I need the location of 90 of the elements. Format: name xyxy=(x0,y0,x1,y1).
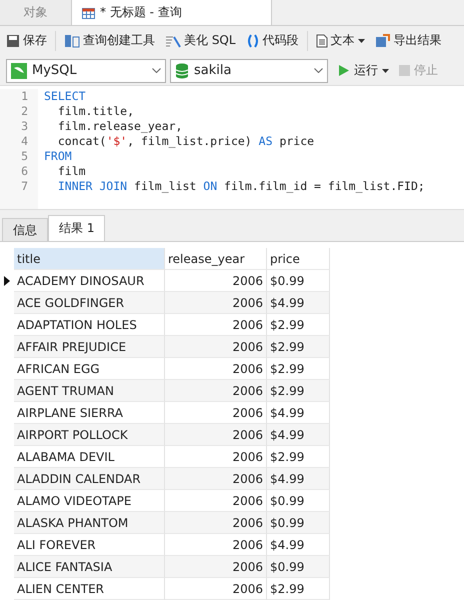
table-cell: $0.99 xyxy=(267,512,330,534)
table-cell: ALABAMA DEVIL xyxy=(14,446,165,468)
table-cell: AIRPLANE SIERRA xyxy=(14,402,165,424)
table-cell: 2006 xyxy=(165,556,267,578)
table-cell: ADAPTATION HOLES xyxy=(14,314,165,336)
document-icon xyxy=(316,34,328,48)
table-cell: $4.99 xyxy=(267,402,330,424)
line-number: 1 xyxy=(21,89,28,104)
code-line: SELECT xyxy=(44,89,87,104)
brush-icon xyxy=(165,34,181,48)
table-cell: ALI FOREVER xyxy=(14,534,165,556)
result-tab[interactable]: 信息 xyxy=(2,218,48,242)
play-icon xyxy=(338,64,350,78)
table-cell: 2006 xyxy=(165,292,267,314)
table-cell: 2006 xyxy=(165,336,267,358)
table-cell: ALIEN CENTER xyxy=(14,578,165,600)
table-cell: $0.99 xyxy=(267,556,330,578)
toolbar-button[interactable]: 查询创建工具 xyxy=(62,32,157,50)
table-cell: 2006 xyxy=(165,512,267,534)
table-cell: $0.99 xyxy=(267,270,330,292)
table-cell: 2006 xyxy=(165,446,267,468)
toolbar-button[interactable]: 导出结果 xyxy=(372,32,444,50)
code-line: concat('$', film_list.price) AS price xyxy=(56,134,316,150)
toolbar-button[interactable]: 文本 xyxy=(314,32,367,50)
code-line: FROM xyxy=(44,149,73,164)
code-line: film.title, xyxy=(56,104,136,120)
chevron-icon xyxy=(314,68,323,74)
table-cell: AFRICAN EGG xyxy=(14,358,165,380)
table-cell: 2006 xyxy=(165,358,267,380)
query-builder-icon xyxy=(64,34,80,48)
table-cell: 2006 xyxy=(165,578,267,600)
code-line: film.release_year, xyxy=(56,119,184,134)
save-icon xyxy=(6,34,20,48)
stop-icon xyxy=(399,65,410,76)
database-icon xyxy=(175,62,189,79)
table-cell: $2.99 xyxy=(267,578,330,600)
code-line: INNER JOIN film_list ON film.film_id = film_list.FID; xyxy=(56,179,425,194)
table-cell: $4.99 xyxy=(267,424,330,446)
table-cell: $2.99 xyxy=(267,358,330,380)
table-cell: 2006 xyxy=(165,380,267,402)
line-number: 6 xyxy=(21,164,28,180)
column-header[interactable]: title xyxy=(14,248,165,270)
table-cell: ALADDIN CALENDAR xyxy=(14,468,165,490)
table-icon xyxy=(82,6,96,19)
line-number: 2 xyxy=(21,104,28,120)
code-line: film xyxy=(56,164,87,180)
table-cell: ACE GOLDFINGER xyxy=(14,292,165,314)
table-cell: 2006 xyxy=(165,314,267,336)
toolbar-button[interactable]: 保存 xyxy=(4,32,49,50)
toolbar-button[interactable]: 美化 SQL xyxy=(163,32,238,50)
line-number: 4 xyxy=(21,134,28,150)
line-number: 7 xyxy=(21,179,28,194)
table-cell: 2006 xyxy=(165,534,267,556)
table-cell: ALASKA PHANTOM xyxy=(14,512,165,534)
table-cell: 2006 xyxy=(165,424,267,446)
parentheses-icon xyxy=(246,34,260,48)
table-cell: 2006 xyxy=(165,468,267,490)
table-cell: AIRPORT POLLOCK xyxy=(14,424,165,446)
table-cell: $2.99 xyxy=(267,314,330,336)
toolbar-button[interactable]: 代码段 xyxy=(244,32,301,50)
line-number: 3 xyxy=(21,119,28,134)
caret-icon xyxy=(382,68,389,73)
table-cell: ACADEMY DINOSAUR xyxy=(14,270,165,292)
export-icon xyxy=(374,34,391,48)
table-cell: AGENT TRUMAN xyxy=(14,380,165,402)
table-cell: 2006 xyxy=(165,270,267,292)
chevron-icon xyxy=(152,68,161,74)
table-cell: $4.99 xyxy=(267,534,330,556)
connection-select[interactable]: MySQL xyxy=(6,58,166,83)
database-select[interactable]: sakila xyxy=(170,58,328,83)
table-cell: 2006 xyxy=(165,402,267,424)
sql-editor[interactable]: 1 2 3 4 5 6 7 SELECT film.title, film.release_year, concat('$', film_list.price) AS price FROM film INNER JOIN film_list ON film.film_id = film_list.FID; xyxy=(0,85,464,210)
caret-icon xyxy=(358,38,365,43)
table-cell: ALAMO VIDEOTAPE xyxy=(14,490,165,512)
table-cell: $4.99 xyxy=(267,468,330,490)
line-number: 5 xyxy=(21,149,28,164)
column-header[interactable]: price xyxy=(267,248,330,270)
column-header[interactable]: release_year xyxy=(165,248,267,270)
table-cell: $0.99 xyxy=(267,490,330,512)
row-indicator-icon xyxy=(4,276,10,286)
run-button[interactable]: 运行 xyxy=(338,62,389,80)
table-cell: 2006 xyxy=(165,490,267,512)
table-cell: ALICE FANTASIA xyxy=(14,556,165,578)
table-cell: $4.99 xyxy=(267,292,330,314)
result-tab[interactable]: 结果 1 xyxy=(48,215,106,242)
document-tab[interactable]: * 无标题 - 查询 xyxy=(72,0,272,25)
table-cell: $2.99 xyxy=(267,380,330,402)
table-cell: $2.99 xyxy=(267,336,330,358)
table-cell: AFFAIR PREJUDICE xyxy=(14,336,165,358)
table-cell: $2.99 xyxy=(267,446,330,468)
